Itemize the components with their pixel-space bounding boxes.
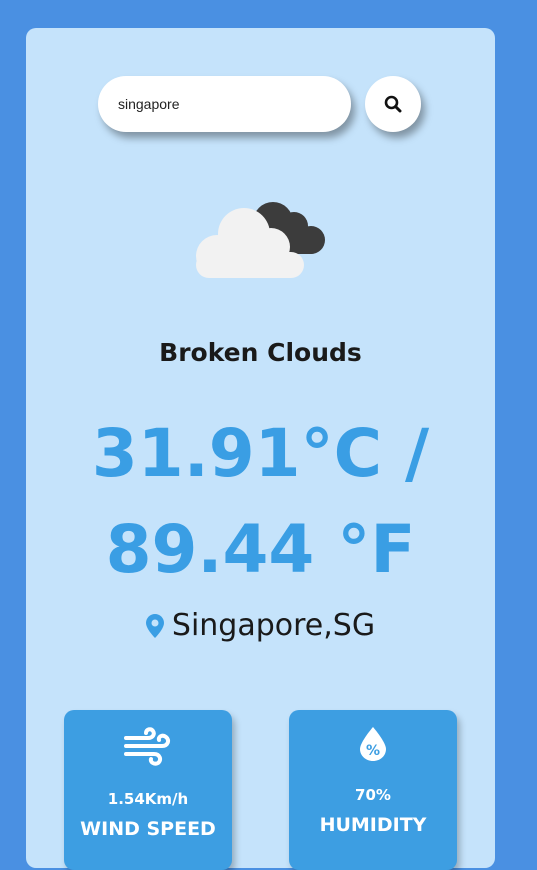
broken-clouds-icon <box>196 202 325 278</box>
humidity-card: % 70% HUMIDITY <box>289 710 457 870</box>
humidity-icon: % <box>360 727 386 761</box>
wind-speed-value: 1.54Km/h <box>107 790 189 808</box>
temperature-fahrenheit: 89.44 °F <box>105 511 416 588</box>
wind-speed-card: 1.54Km/h WIND SPEED <box>64 710 232 870</box>
humidity-value: 70% <box>355 786 391 804</box>
wind-speed-label: WIND SPEED <box>80 818 216 840</box>
search-button[interactable] <box>365 76 421 132</box>
search-icon <box>384 95 402 113</box>
weather-card: Broken Clouds 31.91°C / 89.44 °F Singapo… <box>26 28 495 870</box>
wind-icon <box>124 727 171 766</box>
map-pin-icon <box>145 613 164 638</box>
temperature: 31.91°C / 89.44 °F <box>26 406 495 598</box>
location: Singapore,SG <box>26 608 495 643</box>
search-bar <box>98 76 428 132</box>
humidity-label: HUMIDITY <box>319 814 427 836</box>
location-name: Singapore,SG <box>171 608 376 643</box>
temperature-celsius: 31.91°C / <box>91 415 430 492</box>
svg-text:%: % <box>366 743 380 759</box>
weather-description: Broken Clouds <box>159 338 362 367</box>
search-input[interactable] <box>98 76 351 132</box>
